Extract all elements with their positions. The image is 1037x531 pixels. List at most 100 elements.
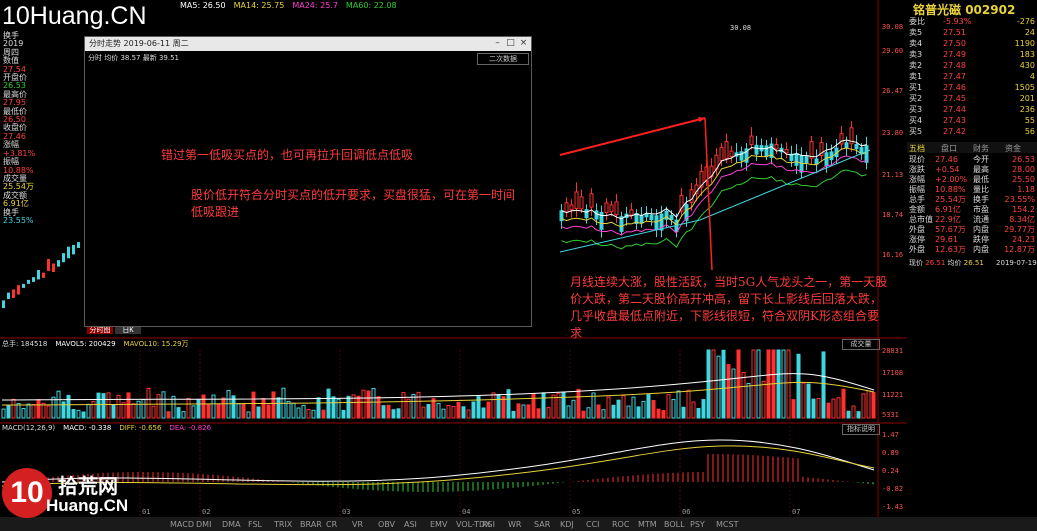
ma-item-3: MA60: 22.08 [345,1,397,10]
quote-stat-row: 外盘 12.63万 内盘 12.87万 [907,244,1037,255]
order-book-cell: 买2 [909,94,923,103]
indicator-tab[interactable]: VR [352,519,363,530]
volume-bar [371,388,376,419]
candle-body [27,279,30,284]
indicator-tab[interactable]: BOLL [664,519,685,530]
indicator-help-button[interactable]: 指标说明 [842,424,880,435]
volume-bar [336,398,341,419]
indicator-tab[interactable]: CR [326,519,337,530]
volume-bar [186,397,191,419]
indicator-tab[interactable]: BRAR [300,519,322,530]
maximize-icon[interactable]: □ [505,38,516,49]
indicator-tab-bar[interactable]: MACD DMI DMA FSL TRIX BRAR CR VR OBV ASI EMV VOL-TD… [0,517,1037,531]
order-book-cell: 卖3 [909,50,923,59]
popup-data-button[interactable]: 二次数据 [477,53,529,65]
volume-bar [11,398,16,419]
volume-bar [496,393,501,419]
volume-bar [841,388,846,419]
volume-button[interactable]: 成交量 [842,339,880,350]
indicator-tab[interactable]: WR [508,519,521,530]
candle-body [739,151,744,161]
indicator-tab[interactable]: ROC [612,519,629,530]
candle-body [669,215,674,221]
ma-item-1: MA14: 25.75 [233,1,285,10]
indicator-tab[interactable]: MTM [638,519,657,530]
order-book-cell: 卖2 [909,61,923,70]
volume-bar [581,410,586,419]
month-label: 05 [572,508,580,516]
volume-bar [126,392,131,419]
candle-body [37,270,40,280]
indicator-tab[interactable]: SAR [534,519,550,530]
candle-body [17,285,20,295]
indicator-tab[interactable]: KDJ [560,519,574,530]
candle-body [809,141,814,159]
volume-bar [571,399,576,419]
order-book-cell: 买5 [909,127,923,136]
popup-tab-label: 日K [122,326,134,334]
volume-bar [481,407,486,419]
order-book-row: 买1 27.46 1505 [907,82,1037,93]
volume-bar [261,398,266,419]
volume-bar [106,392,111,419]
indicator-tab[interactable]: MCST [716,519,738,530]
indicator-tab[interactable]: DMA [222,519,241,530]
month-label: 07 [792,508,800,516]
indicator-tab[interactable]: MACD [170,519,194,530]
volume-bar [71,409,76,419]
volume-bar [196,399,201,419]
candle-body [584,209,589,219]
volume-bar [31,404,36,419]
volume-bar [211,394,216,419]
volume-bar [216,403,221,419]
logo-subtext: Huang.CN [46,496,129,515]
volume-bar [651,400,656,419]
indicator-tab[interactable]: ASI [404,519,417,530]
annotation-low-buy-again: 错过第一低吸买点的，也可再拉升回调低点低吸 [161,148,414,162]
indicator-tab[interactable]: EMV [430,519,447,530]
indicator-tab[interactable]: OBV [378,519,395,530]
volume-bar [426,404,431,419]
order-book-cell: 27.49 [943,50,966,59]
volume-bar [361,389,366,419]
volume-bar [536,408,541,419]
volume-bar [146,388,151,419]
order-book-row: 买5 27.42 56 [907,126,1037,137]
minimize-icon[interactable]: – [492,38,503,49]
volume-bar [21,407,26,419]
quote-tab[interactable]: 盘口 [941,143,957,154]
popup-title-bar[interactable]: 分时走势 2019-06-11 周二 – □ × [85,37,531,51]
volume-bar [326,388,331,419]
volume-bar [501,396,506,419]
intraday-popup-window[interactable]: 分时走势 2019-06-11 周二 – □ × 分时 均价 38.57 最新 … [84,36,532,327]
candle-body [629,209,634,216]
indicator-tab[interactable]: RSI [482,519,495,530]
candle-body [72,244,75,255]
quote-tab[interactable]: 财务 [973,143,989,154]
candle-body [649,214,654,221]
volume-bar [276,397,281,419]
volume-bar [176,407,181,419]
indicator-tab[interactable]: PSY [690,519,705,530]
volume-bar [86,403,91,419]
candle-body [7,292,10,300]
close-icon[interactable]: × [518,38,529,49]
indicator-tab[interactable]: CCI [586,519,600,530]
indicator-tab[interactable]: FSL [248,519,262,530]
month-label: 03 [342,508,350,516]
volume-bar [666,394,671,419]
order-book-cell: 委比 [909,17,925,26]
order-book-cell: 201 [1019,94,1035,103]
quote-tabs[interactable]: 五档 盘口 财务 资金 [907,142,1037,153]
volume-bar [226,390,231,419]
volume-bar [36,399,41,419]
indicator-tab[interactable]: TRIX [274,519,292,530]
indicator-tab[interactable]: DMI [196,519,211,530]
volume-bar [511,410,516,419]
quote-tab[interactable]: 五档 [909,143,925,154]
volume-bar [291,402,296,419]
order-book-cell: 236 [1019,105,1035,114]
volume-bar [746,382,751,419]
quote-tab[interactable]: 资金 [1005,143,1021,154]
month-label: 02 [202,508,210,516]
